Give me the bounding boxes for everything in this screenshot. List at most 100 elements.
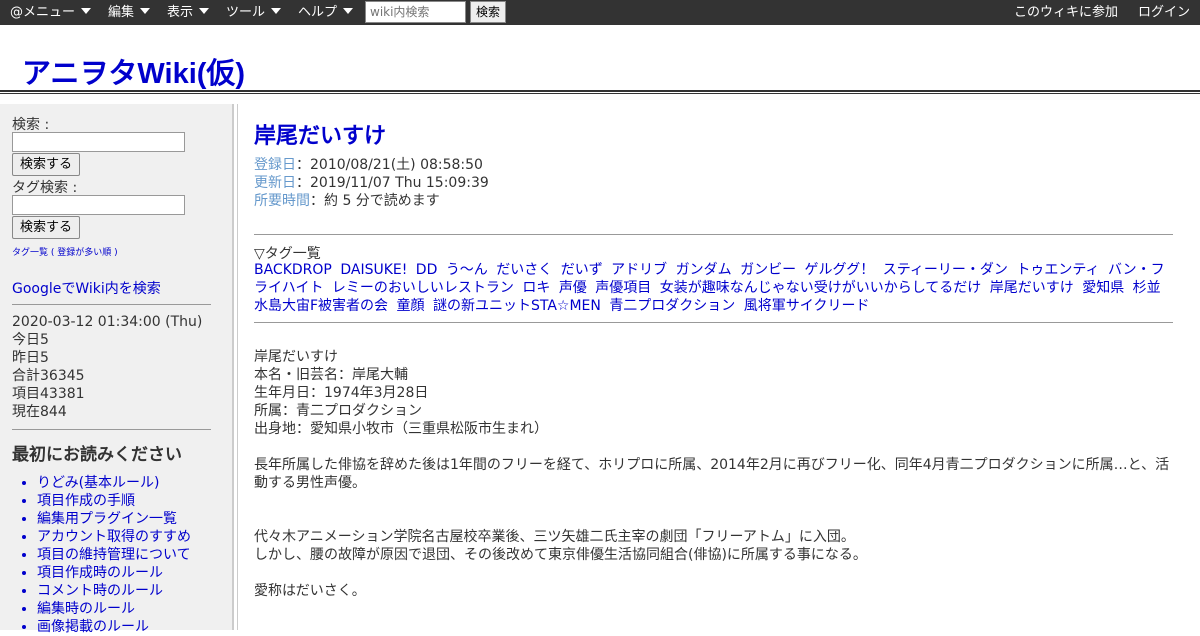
meta-read-time: 所要時間：約 5 分で読めます bbox=[254, 190, 440, 210]
menu-help-label: ヘルプ bbox=[298, 5, 338, 20]
read-first-link[interactable]: 編集用プラグイン一覧 bbox=[37, 511, 177, 527]
read-first-link[interactable]: 項目作成時のルール bbox=[37, 565, 163, 581]
meta-updated-value: ：2019/11/07 Thu 15:09:39 bbox=[296, 175, 489, 191]
read-first-link[interactable]: コメント時のルール bbox=[37, 583, 163, 599]
list-item[interactable]: コメント時のルール bbox=[37, 582, 191, 600]
tag-search-input[interactable] bbox=[12, 195, 185, 215]
tag-link[interactable]: だいさく bbox=[496, 262, 552, 278]
tag-link[interactable]: DD bbox=[416, 262, 438, 278]
menu-atmenu-label: @メニュー bbox=[10, 5, 76, 20]
login-link[interactable]: ログイン bbox=[1138, 0, 1190, 25]
tag-link[interactable]: う〜ん bbox=[446, 262, 488, 278]
body-paragraph-1: 長年所属した俳協を辞めた後は1年間のフリーを経て、ホリプロに所属、2014年2月… bbox=[254, 457, 1170, 491]
tag-link[interactable]: ゲルググ！ bbox=[805, 262, 875, 278]
body-name: 岸尾だいすけ bbox=[254, 349, 338, 365]
top-menu-bar: @メニュー 編集 表示 ツール ヘルプ 検索 このウィキに参加 ログイン bbox=[0, 0, 1200, 25]
tag-search-label: タグ検索 : bbox=[12, 180, 78, 196]
tag-link[interactable]: DAISUKE! bbox=[340, 262, 407, 278]
header-divider bbox=[0, 90, 1200, 94]
list-item[interactable]: 編集用プラグイン一覧 bbox=[37, 510, 191, 528]
read-first-heading: 最初にお読みください bbox=[12, 445, 182, 465]
google-search-link[interactable]: GoogleでWiki内を検索 bbox=[12, 278, 161, 298]
list-item[interactable]: 編集時のルール bbox=[37, 600, 191, 618]
tag-link[interactable]: ロキ bbox=[522, 280, 550, 296]
tag-link[interactable]: だいず bbox=[561, 262, 603, 278]
chevron-down-icon bbox=[81, 8, 92, 14]
tags-top-divider bbox=[254, 234, 1173, 235]
menu-help[interactable]: ヘルプ bbox=[298, 0, 354, 25]
stats-total: 合計36345 bbox=[12, 368, 85, 384]
stats-yesterday: 昨日5 bbox=[12, 350, 49, 366]
body-real-name: 本名・旧芸名：岸尾大輔 bbox=[254, 367, 408, 383]
meta-registered-value: ：2010/08/21(土) 08:58:50 bbox=[296, 157, 483, 173]
menu-atmenu[interactable]: @メニュー bbox=[10, 0, 92, 25]
tag-link[interactable]: ガンビー bbox=[740, 262, 796, 278]
menu-edit[interactable]: 編集 bbox=[108, 0, 151, 25]
page-title[interactable]: 岸尾だいすけ bbox=[254, 118, 386, 150]
tag-link[interactable]: 杉並 bbox=[1133, 280, 1161, 296]
list-item[interactable]: 画像掲載のルール bbox=[37, 618, 191, 636]
tag-link[interactable]: 女装が趣味なんじゃない受けがいいからしてるだけ bbox=[660, 280, 982, 296]
stats-datetime: 2020-03-12 01:34:00 (Thu) bbox=[12, 314, 203, 330]
tag-link[interactable]: 童顔 bbox=[397, 298, 425, 314]
tag-link[interactable]: 青二プロダクション bbox=[609, 298, 735, 314]
meta-registered: 登録日：2010/08/21(土) 08:58:50 bbox=[254, 154, 483, 174]
site-title[interactable]: アニヲタWiki(仮) bbox=[22, 50, 245, 92]
tag-link[interactable]: 声優 bbox=[559, 280, 587, 296]
meta-updated: 更新日：2019/11/07 Thu 15:09:39 bbox=[254, 172, 489, 192]
tag-link[interactable]: レミーのおいしいレストラン bbox=[332, 280, 514, 296]
tag-link[interactable]: 水島大宙F被害者の会 bbox=[254, 298, 388, 314]
body-paragraph-2a: 代々木アニメーション学院名古屋校卒業後、三ツ矢雄二氏主宰の劇団「フリーアトム」に… bbox=[254, 529, 855, 545]
body-paragraph-2b: しかし、腰の故障が原因で退団、その後改めて東京俳優生活協同組合(俳協)に所属する… bbox=[254, 547, 867, 563]
list-item[interactable]: 項目作成の手順 bbox=[37, 492, 191, 510]
tag-link[interactable]: トゥエンティ bbox=[1016, 262, 1099, 278]
meta-read-time-value: ：約 5 分で読めます bbox=[310, 193, 440, 209]
join-wiki-link[interactable]: このウィキに参加 bbox=[1014, 0, 1118, 25]
tag-link[interactable]: 風将軍サイクリード bbox=[744, 298, 870, 314]
tag-link[interactable]: 謎の新ユニットSTA☆MEN bbox=[433, 298, 601, 314]
wiki-search-input[interactable] bbox=[365, 1, 466, 23]
tag-link[interactable]: アドリブ bbox=[611, 262, 667, 278]
sidebar-divider-2 bbox=[12, 429, 211, 430]
tag-search-button[interactable]: 検索する bbox=[12, 216, 80, 239]
meta-registered-label: 登録日 bbox=[254, 157, 296, 173]
read-first-link[interactable]: 項目作成の手順 bbox=[37, 493, 135, 509]
stats-items: 項目43381 bbox=[12, 386, 85, 402]
sidebar-search-label: 検索 : bbox=[12, 117, 50, 133]
tag-list-link[interactable]: タグ一覧 ( 登録が多い順 ) bbox=[12, 245, 118, 258]
body-birthplace: 出身地：愛知県小牧市（三重県松阪市生まれ） bbox=[254, 421, 548, 437]
meta-read-time-label: 所要時間 bbox=[254, 193, 310, 209]
tag-link[interactable]: 岸尾だいすけ bbox=[990, 280, 1074, 296]
sidebar-divider-1 bbox=[12, 304, 211, 305]
list-item[interactable]: りどみ(基本ルール) bbox=[37, 474, 191, 492]
menu-tools[interactable]: ツール bbox=[226, 0, 282, 25]
chevron-down-icon bbox=[271, 8, 282, 14]
read-first-link[interactable]: 編集時のルール bbox=[37, 601, 135, 617]
read-first-link[interactable]: 項目の維持管理について bbox=[37, 547, 191, 563]
list-item[interactable]: 項目の維持管理について bbox=[37, 546, 191, 564]
read-first-list: りどみ(基本ルール) 項目作成の手順 編集用プラグイン一覧 アカウント取得のすす… bbox=[12, 474, 191, 636]
chevron-down-icon bbox=[199, 8, 210, 14]
menu-view[interactable]: 表示 bbox=[167, 0, 210, 25]
read-first-link[interactable]: アカウント取得のすすめ bbox=[37, 529, 191, 545]
list-item[interactable]: 項目作成時のルール bbox=[37, 564, 191, 582]
menu-tools-label: ツール bbox=[226, 5, 266, 20]
chevron-down-icon bbox=[343, 8, 354, 14]
body-agency: 所属：青二プロダクション bbox=[254, 403, 422, 419]
tag-link[interactable]: スティーリー・ダン bbox=[883, 262, 1008, 278]
read-first-link[interactable]: りどみ(基本ルール) bbox=[37, 475, 160, 491]
tag-link[interactable]: 愛知県 bbox=[1082, 280, 1124, 296]
tag-link[interactable]: ガンダム bbox=[676, 262, 732, 278]
menu-edit-label: 編集 bbox=[108, 5, 135, 20]
sidebar-search-button[interactable]: 検索する bbox=[12, 153, 80, 176]
tags-bottom-divider bbox=[254, 322, 1173, 323]
tag-link[interactable]: BACKDROP bbox=[254, 262, 332, 278]
list-item[interactable]: アカウント取得のすすめ bbox=[37, 528, 191, 546]
tags-heading: ▽タグ一覧 bbox=[254, 246, 321, 262]
tag-link[interactable]: 声優項目 bbox=[595, 280, 651, 296]
read-first-link[interactable]: 画像掲載のルール bbox=[37, 619, 149, 635]
meta-updated-label: 更新日 bbox=[254, 175, 296, 191]
sidebar-search-input[interactable] bbox=[12, 132, 185, 152]
body-birthday: 生年月日：1974年3月28日 bbox=[254, 385, 429, 401]
wiki-search-button[interactable]: 検索 bbox=[470, 1, 506, 23]
